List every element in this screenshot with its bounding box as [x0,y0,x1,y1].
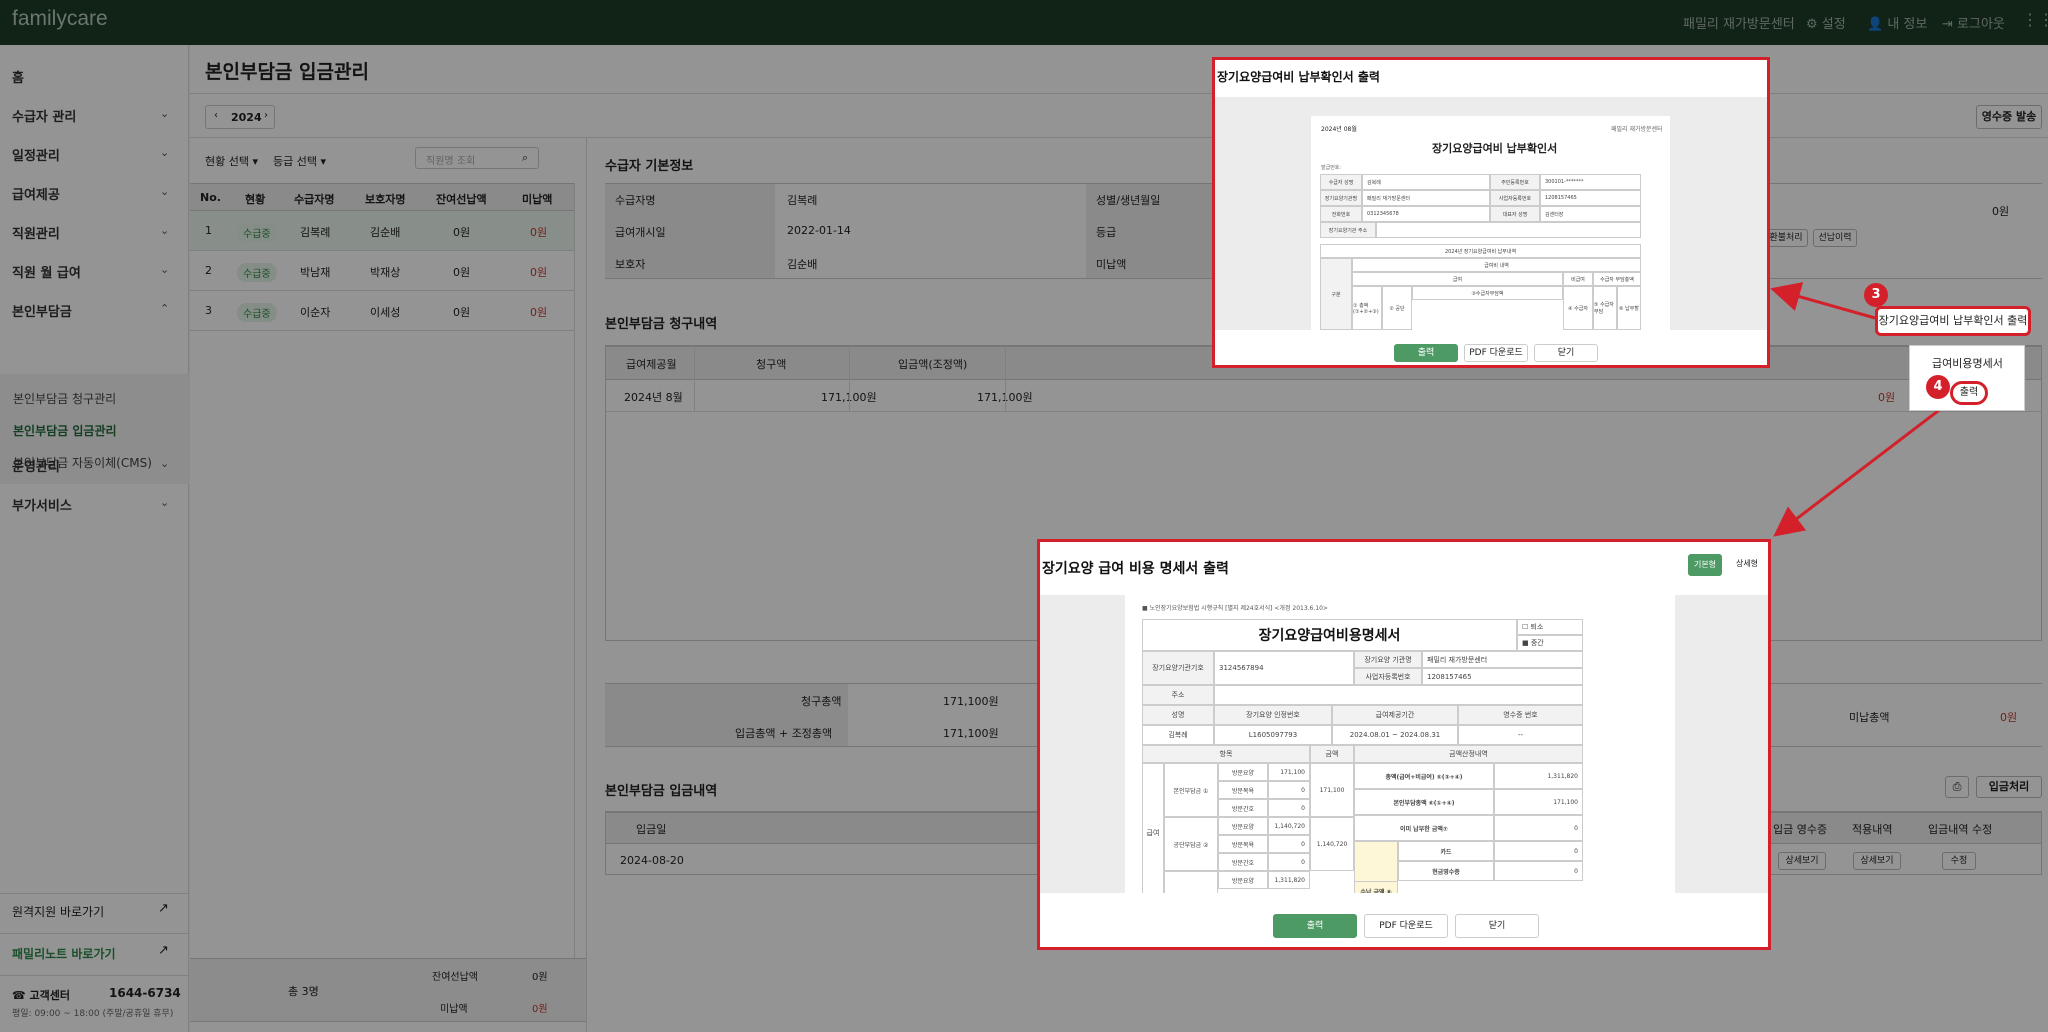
doc-cell: 급여제공기간 [1332,705,1458,725]
doc-cell: 영수증 번호 [1458,705,1583,725]
doc-cell: L1605097793 [1214,725,1332,745]
doc-cell [1214,685,1583,705]
doc-cell: 패밀리 재가방문센터 [1422,651,1583,668]
doc-cell: 성명 [1142,705,1214,725]
close-button[interactable]: 닫기 [1455,914,1539,938]
doc-cell: -- [1458,725,1583,745]
doc-cell: 1208157465 [1422,668,1583,685]
doc-cell: 총액(급여+비급여) ⑤(③+④) [1354,763,1494,789]
doc-cell: 1,311,820 [1268,871,1310,889]
doc-cell [1164,871,1218,893]
doc-cell: 방문간호 [1218,853,1268,871]
doc-cell: 이미 납부한 금액⑦ [1354,815,1494,841]
doc-cell: 카드 [1398,841,1494,861]
check-discharge: ☐ 퇴소 [1517,619,1583,635]
law-reference: ■ 노인장기요양보험법 시행규칙 [별지 제24호서식] <개정 2013.6.… [1142,605,1328,612]
doc-cell: 본인부담금 ① [1164,763,1218,817]
doc-cell: 항목 [1142,745,1310,763]
doc-cell: 방문요양 [1218,871,1268,889]
modal-title: 장기요양 급여 비용 명세서 출력 [1042,561,1229,577]
doc-cell: 1,140,720 [1310,817,1354,871]
menu-item-print[interactable]: 출력 [1950,381,1988,405]
doc-cell: 3124567894 [1214,651,1354,685]
doc-cell: 0 [1268,799,1310,817]
benefit-statement-modal: 장기요양 급여 비용 명세서 출력 기본형 상세형 ■ 노인장기요양보험법 시행… [1037,539,1771,950]
doc-cell: 공단부담금 ② [1164,817,1218,871]
doc-cell: 2024.08.01 ~ 2024.08.31 [1332,725,1458,745]
doc-cell: 방문요양 [1218,817,1268,835]
doc-cell: 방문요양 [1218,763,1268,781]
print-button[interactable]: 출력 [1273,914,1357,938]
certificate-print-button[interactable]: 장기요양급여비 납부확인서 출력 [1875,306,2031,336]
doc-cell: 주소 [1142,685,1214,705]
tab-detail[interactable]: 상세형 [1730,554,1764,576]
doc-cell: 현금영수증 [1398,861,1494,881]
doc-cell: 장기요양 기관명 [1354,651,1422,668]
doc-title: 장기요양급여비용명세서 [1142,619,1517,651]
doc-cell: 방문간호 [1218,799,1268,817]
doc-cell: 금액 [1310,745,1354,763]
doc-cell: 0 [1494,861,1583,881]
step-badge: 4 [1926,375,1950,399]
doc-cell: 방문목욕 [1218,835,1268,853]
doc-cell: 0 [1268,781,1310,799]
doc-cell: 0 [1268,853,1310,871]
doc-cell: 본인부담총액 ⑥(①+④) [1354,789,1494,815]
doc-cell: 장기요양기관기호 [1142,651,1214,685]
doc-cell: 0 [1494,841,1583,861]
doc-cell: 수납 금액 ⑧ [1354,881,1398,893]
doc-cell: 0 [1268,835,1310,853]
doc-cell: 장기요양 인정번호 [1214,705,1332,725]
menu-item-statement[interactable]: 급여비용명세서 [1932,355,2003,371]
doc-cell: 금액산정내역 [1354,745,1583,763]
pdf-download-button[interactable]: PDF 다운로드 [1364,914,1448,938]
tab-basic[interactable]: 기본형 [1688,554,1722,576]
doc-cell: 171,100 [1268,763,1310,781]
doc-cell: 1,140,720 [1268,817,1310,835]
doc-cell: 1,311,820 [1494,763,1583,789]
doc-cell: 사업자등록번호 [1354,668,1422,685]
doc-cell: 171,100 [1494,789,1583,815]
doc-cell: 171,100 [1310,763,1354,817]
doc-cell: 0 [1494,815,1583,841]
document-preview: ■ 노인장기요양보험법 시행규칙 [별지 제24호서식] <개정 2013.6.… [1125,595,1675,893]
step-badge: 3 [1864,283,1888,307]
check-interim: ■ 중간 [1517,635,1583,651]
doc-cell: 급여 [1142,763,1164,893]
doc-cell: 방문목욕 [1218,781,1268,799]
doc-cell: 김복례 [1142,725,1214,745]
